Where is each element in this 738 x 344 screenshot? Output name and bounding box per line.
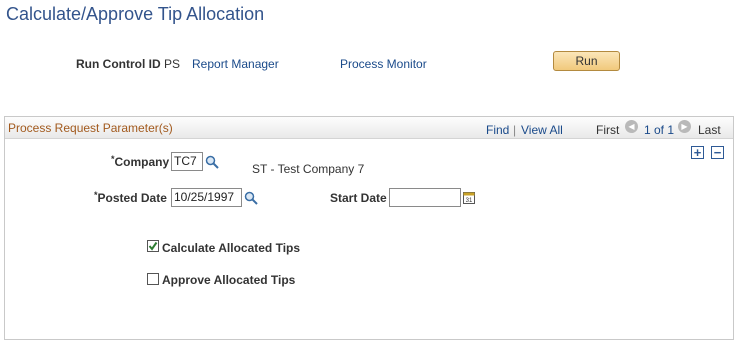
page-range: 1 of 1 — [644, 123, 675, 137]
magnifier-icon[interactable] — [244, 191, 258, 205]
view-all-link[interactable]: View All — [521, 123, 563, 137]
add-row-button[interactable]: + — [691, 146, 704, 159]
group-title: Process Request Parameter(s) — [8, 121, 173, 135]
process-request-parameters-box — [4, 116, 734, 340]
page-title: Calculate/Approve Tip Allocation — [6, 4, 265, 24]
company-description: ST - Test Company 7 — [252, 162, 365, 176]
last-label: Last — [698, 123, 721, 137]
run-button[interactable]: Run — [553, 51, 620, 71]
start-date-label: Start Date — [330, 191, 387, 205]
delete-row-button[interactable]: − — [711, 146, 724, 159]
process-monitor-link[interactable]: Process Monitor — [340, 57, 427, 71]
required-marker: * — [111, 154, 115, 164]
run-control-id-value: PS — [164, 57, 181, 71]
arrow-left-icon[interactable]: ◀ — [625, 120, 638, 133]
start-date-input[interactable] — [389, 188, 461, 207]
approve-allocated-tips-label: Approve Allocated Tips — [162, 273, 296, 287]
calculate-allocated-tips-checkbox[interactable] — [147, 240, 159, 252]
svg-text:31: 31 — [466, 198, 473, 204]
company-input[interactable]: TC7 — [171, 152, 203, 171]
posted-date-label-text: Posted Date — [97, 191, 167, 205]
required-marker: * — [94, 190, 98, 200]
find-link[interactable]: Find — [486, 123, 509, 137]
nav-separator: | — [513, 123, 517, 137]
approve-allocated-tips-checkbox[interactable] — [147, 273, 159, 285]
arrow-right-icon[interactable]: ▶ — [678, 120, 691, 133]
checkmark-icon — [148, 241, 158, 251]
calendar-icon[interactable]: 31 — [463, 191, 475, 204]
magnifier-icon[interactable] — [205, 155, 219, 169]
posted-date-label: *Posted Date — [94, 190, 167, 205]
posted-date-input[interactable]: 10/25/1997 — [171, 188, 242, 207]
calculate-allocated-tips-label: Calculate Allocated Tips — [162, 241, 301, 255]
first-label: First — [596, 123, 620, 137]
report-manager-link[interactable]: Report Manager — [192, 57, 279, 71]
company-label-text: Company — [114, 155, 170, 169]
company-label: *Company — [111, 154, 170, 169]
run-control-id-label: Run Control ID — [76, 57, 161, 71]
